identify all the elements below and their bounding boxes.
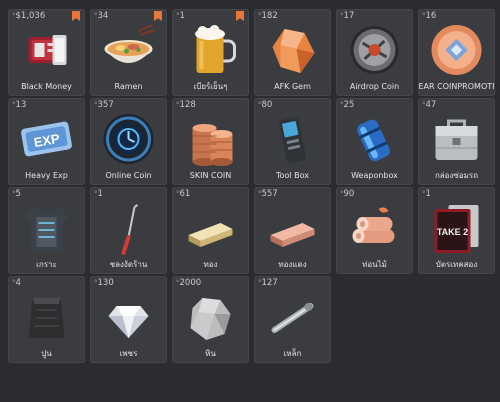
- inventory-grid: $1,036 Black Money 34: [8, 9, 495, 363]
- item-count: 5: [12, 189, 21, 199]
- inventory-slot-online-coin[interactable]: 357 Online Coin: [90, 98, 167, 185]
- item-name: AFK Gem: [274, 82, 311, 91]
- inventory-slot-skin-coin[interactable]: 128 SKIN COIN: [172, 98, 249, 185]
- inventory-slot-afk-gem[interactable]: 182 AFK Gem: [254, 9, 331, 96]
- item-count: 34: [94, 11, 109, 21]
- item-count: 16: [422, 11, 437, 21]
- item-count: 182: [258, 11, 278, 21]
- stone-icon: [180, 288, 241, 346]
- item-name: Heavy Exp: [25, 171, 68, 180]
- cement-bag-icon: [16, 288, 77, 346]
- inventory-slot-promo-coin[interactable]: 16 EAR COINPROMOTI: [418, 9, 495, 96]
- item-count: 4: [12, 278, 21, 288]
- inventory-slot-beer[interactable]: 1 เบียร์เย็นๆ: [172, 9, 249, 96]
- item-count: 357: [94, 100, 114, 110]
- item-count: 128: [176, 100, 196, 110]
- item-count: 1: [422, 189, 431, 199]
- orange-gem-icon: [262, 21, 323, 79]
- inventory-slot-take-two[interactable]: 1 TAKE 2 บัตรเทคสอง: [418, 187, 495, 274]
- lockpick-icon: [98, 199, 159, 257]
- promo-coin-icon: [426, 21, 487, 79]
- inventory-slot-lockpick[interactable]: 1 ชลงงัดร้าน: [90, 187, 167, 274]
- item-name: Black Money: [21, 82, 72, 91]
- scanner-device-icon: [262, 110, 323, 168]
- inventory-slot-armor[interactable]: 5 เกราะ: [8, 187, 85, 274]
- ramen-bowl-icon: [98, 21, 159, 79]
- black-money-icon: [16, 21, 77, 79]
- inventory-slot-tool-box[interactable]: 80 Tool Box: [254, 98, 331, 185]
- bookmark-icon[interactable]: [236, 11, 244, 21]
- item-name: ปูน: [41, 349, 52, 358]
- item-name: Airdrop Coin: [349, 82, 400, 91]
- item-count: 47: [422, 100, 437, 110]
- inventory-slot-wood[interactable]: 90 ท่อนไม้: [336, 187, 413, 274]
- item-name: EAR COINPROMOTI: [418, 82, 495, 91]
- item-name: Online Coin: [105, 171, 152, 180]
- take-two-card-icon: TAKE 2: [426, 199, 487, 257]
- repair-toolbox-icon: [426, 110, 487, 168]
- inventory-slot-copper[interactable]: 557 ทองแดง: [254, 187, 331, 274]
- item-count: 127: [258, 278, 278, 288]
- bookmark-icon[interactable]: [154, 11, 162, 21]
- item-name: เกราะ: [36, 260, 57, 269]
- item-name: ทองแดง: [278, 260, 307, 269]
- item-count: 17: [340, 11, 355, 21]
- item-count: $1,036: [12, 11, 46, 21]
- gold-bar-icon: [180, 199, 241, 257]
- copper-bar-icon: [262, 199, 323, 257]
- airdrop-coin-icon: [344, 21, 405, 79]
- item-count: 130: [94, 278, 114, 288]
- item-count: 61: [176, 189, 191, 199]
- inventory-slot-cement[interactable]: 4 ปูน: [8, 276, 85, 363]
- inventory-slot-iron[interactable]: 127 เหล็ก: [254, 276, 331, 363]
- item-name: ชลงงัดร้าน: [109, 260, 148, 269]
- item-name: เหล็ก: [283, 349, 302, 358]
- item-name: ทอง: [203, 260, 218, 269]
- take-two-text: TAKE 2: [437, 227, 468, 237]
- inventory-slot-weaponbox[interactable]: 25 Weaponbox: [336, 98, 413, 185]
- item-name: กล่องซ่อมรถ: [434, 171, 479, 180]
- diamond-icon: [98, 288, 159, 346]
- item-count: 2000: [176, 278, 202, 288]
- item-count: 1: [176, 11, 185, 21]
- item-name: บัตรเทคสอง: [435, 260, 478, 269]
- item-name: ท่อนไม้: [362, 260, 387, 269]
- item-name: หิน: [205, 349, 216, 358]
- item-name: Tool Box: [276, 171, 309, 180]
- body-armor-icon: [16, 199, 77, 257]
- iron-rod-icon: [262, 288, 323, 346]
- online-coin-icon: [98, 110, 159, 168]
- inventory-slot-gold[interactable]: 61 ทอง: [172, 187, 249, 274]
- blue-battery-icon: [344, 110, 405, 168]
- inventory-slot-heavy-exp[interactable]: 13 EXP Heavy Exp: [8, 98, 85, 185]
- inventory-slot-airdrop-coin[interactable]: 17 Airdrop Coin: [336, 9, 413, 96]
- bookmark-icon[interactable]: [72, 11, 80, 21]
- item-count: 13: [12, 100, 27, 110]
- inventory-slot-stone[interactable]: 2000 หิน: [172, 276, 249, 363]
- item-count: 25: [340, 100, 355, 110]
- item-count: 80: [258, 100, 273, 110]
- exp-ticket-icon: EXP: [16, 110, 77, 168]
- item-name: เบียร์เย็นๆ: [193, 82, 228, 91]
- item-name: Ramen: [114, 82, 143, 91]
- item-count: 90: [340, 189, 355, 199]
- beer-mug-icon: [180, 21, 241, 79]
- wood-logs-icon: [344, 199, 405, 257]
- inventory-slot-black-money[interactable]: $1,036 Black Money: [8, 9, 85, 96]
- item-count: 1: [94, 189, 103, 199]
- inventory-slot-diamond[interactable]: 130 เพชร: [90, 276, 167, 363]
- inventory-slot-ramen[interactable]: 34 Ramen: [90, 9, 167, 96]
- coin-stack-icon: [180, 110, 241, 168]
- inventory-slot-repair-box[interactable]: 47 กล่องซ่อมรถ: [418, 98, 495, 185]
- item-name: Weaponbox: [351, 171, 398, 180]
- item-name: เพชร: [119, 349, 138, 358]
- item-count: 557: [258, 189, 278, 199]
- item-name: SKIN COIN: [189, 171, 232, 180]
